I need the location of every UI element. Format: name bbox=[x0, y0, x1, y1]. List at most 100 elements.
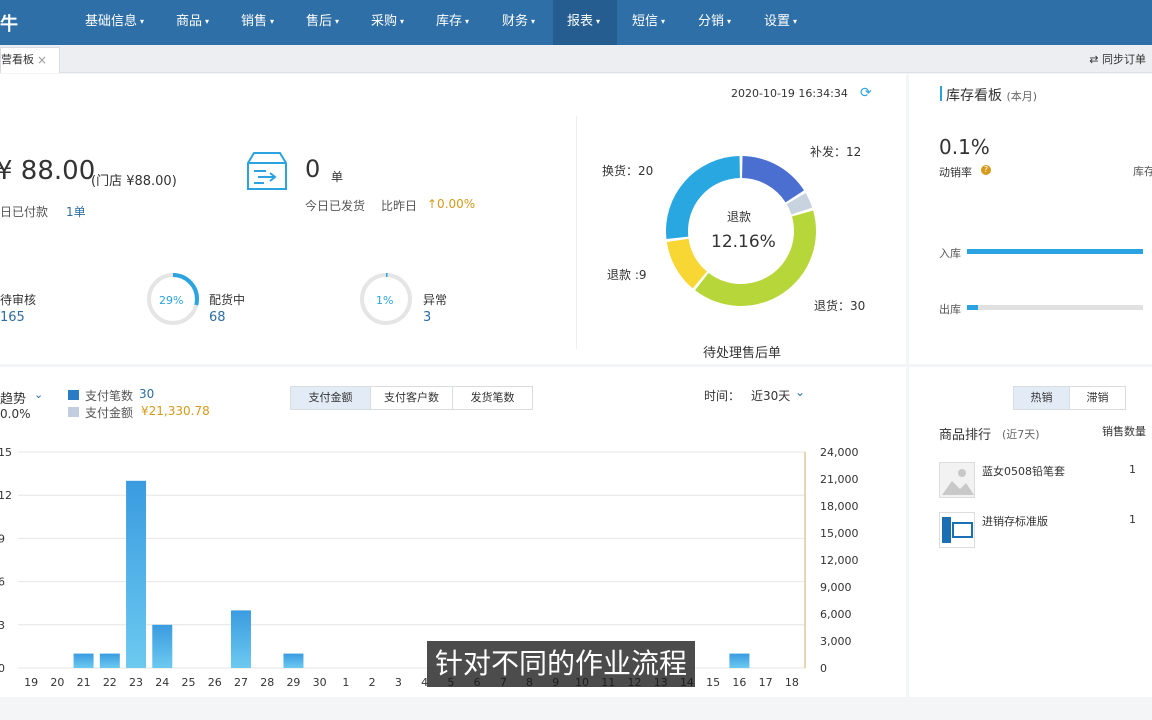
legend-swatch-count bbox=[68, 390, 79, 400]
legend-swatch-amount bbox=[68, 407, 79, 417]
x-tick: 22 bbox=[103, 676, 117, 689]
nav-after-sales[interactable]: 售后 ▾ bbox=[306, 0, 339, 45]
nav-label: 商品 bbox=[176, 14, 203, 29]
time-select[interactable]: 近30天 bbox=[751, 387, 790, 404]
bar[interactable] bbox=[99, 653, 120, 668]
paid-amount-sub: (门店 ¥88.00) bbox=[91, 174, 177, 189]
title-accent bbox=[940, 86, 942, 101]
close-icon[interactable]: × bbox=[37, 48, 47, 72]
y-right-tick: 24,000 bbox=[820, 446, 859, 459]
nav-sms[interactable]: 短信 ▾ bbox=[632, 0, 665, 45]
ranking-col-header: 销售数量 bbox=[1102, 425, 1146, 438]
refresh-icon[interactable]: ⟳ bbox=[860, 85, 872, 101]
y-right-tick: 12,000 bbox=[820, 554, 859, 567]
chevron-down-icon: ▾ bbox=[793, 17, 798, 26]
donut-center-label: 退款 bbox=[727, 210, 752, 224]
x-tick: 20 bbox=[50, 676, 64, 689]
nav-distribution[interactable]: 分销 ▾ bbox=[698, 0, 731, 45]
stock-label: 库存 bbox=[1133, 165, 1152, 178]
nav-label: 分销 bbox=[698, 14, 725, 29]
nav-sales[interactable]: 销售 ▾ bbox=[241, 0, 274, 45]
x-tick: 18 bbox=[785, 676, 799, 689]
bar[interactable] bbox=[283, 653, 304, 668]
inventory-title: 库存看板 (本月) bbox=[946, 85, 1037, 105]
chevron-down-icon: ▾ bbox=[661, 17, 666, 26]
pending-review-label: 待审核 bbox=[0, 293, 37, 307]
x-tick: 19 bbox=[24, 676, 38, 689]
chevron-down-icon[interactable]: ⌄ bbox=[795, 385, 805, 399]
pending-review-value[interactable]: 165 bbox=[0, 310, 25, 325]
nav-products[interactable]: 商品 ▾ bbox=[176, 0, 209, 45]
trend-title: 趋势 bbox=[0, 392, 27, 407]
y-left-tick: 9 bbox=[0, 532, 5, 545]
rank-item-name[interactable]: 进销存标准版 bbox=[982, 513, 1048, 529]
sync-label: 同步订单 bbox=[1102, 53, 1146, 66]
exception-value[interactable]: 3 bbox=[423, 310, 431, 325]
rank-item-qty: 1 bbox=[1129, 463, 1136, 476]
stock-out-label: 出库 bbox=[939, 303, 961, 316]
x-tick: 27 bbox=[234, 676, 248, 689]
exception-label: 异常 bbox=[423, 293, 448, 307]
shipped-label: 今日已发货 bbox=[305, 199, 366, 213]
nav-inventory[interactable]: 库存 ▾ bbox=[436, 0, 469, 45]
rank-item-qty: 1 bbox=[1129, 513, 1136, 526]
donut-slice-resend[interactable] bbox=[742, 156, 805, 203]
legend-amount-label: 支付金额 bbox=[85, 406, 134, 420]
nav-basic-info[interactable]: 基础信息 ▾ bbox=[85, 0, 144, 45]
donut-slice-return[interactable] bbox=[695, 210, 816, 306]
stock-out-bar bbox=[967, 305, 1143, 310]
stock-in-bar bbox=[967, 249, 1143, 254]
help-icon[interactable]: ? bbox=[981, 165, 991, 175]
y-right-tick: 3,000 bbox=[820, 635, 852, 648]
tab-pay-customers[interactable]: 支付客户数 bbox=[370, 386, 453, 410]
x-tick: 24 bbox=[155, 676, 169, 689]
tab-bar: 营看板 × ⇄ 同步订单 bbox=[0, 45, 1152, 73]
y-right-tick: 9,000 bbox=[820, 581, 852, 594]
bar[interactable] bbox=[152, 624, 173, 668]
tab-pay-amount[interactable]: 支付金额 bbox=[290, 386, 371, 410]
rank-item-name[interactable]: 蓝女0508铅笔套 bbox=[982, 463, 1065, 479]
nav-label: 基础信息 bbox=[85, 14, 138, 29]
bar[interactable] bbox=[230, 610, 251, 668]
bar[interactable] bbox=[126, 480, 147, 668]
y-right-tick: 15,000 bbox=[820, 527, 859, 540]
nav-finance[interactable]: 财务 ▾ bbox=[502, 0, 535, 45]
chevron-down-icon: ▾ bbox=[270, 17, 275, 26]
sync-orders-button[interactable]: ⇄ 同步订单 bbox=[1089, 51, 1146, 67]
legend-count-label: 支付笔数 bbox=[85, 389, 134, 403]
video-subtitle: 针对不同的作业流程 bbox=[427, 641, 696, 687]
resend-label: 补发：12 bbox=[810, 145, 862, 159]
shipped-count: 0 bbox=[305, 155, 321, 183]
y-right-tick: 18,000 bbox=[820, 500, 859, 513]
paid-today-count[interactable]: 1单 bbox=[66, 203, 86, 220]
nav-label: 报表 bbox=[567, 14, 594, 29]
nav-reports[interactable]: 报表 ▾ bbox=[553, 0, 617, 45]
trend-dropdown-icon[interactable]: ⌄ bbox=[34, 388, 43, 401]
turnover-rate: 0.1% bbox=[939, 135, 990, 159]
tab-hot[interactable]: 热销 bbox=[1013, 386, 1070, 410]
tab-operation-board[interactable]: 营看板 × bbox=[0, 47, 60, 73]
donut-slice-refund[interactable] bbox=[666, 238, 707, 289]
bar[interactable] bbox=[729, 653, 750, 668]
x-tick: 2 bbox=[369, 676, 376, 689]
nav-label: 设置 bbox=[764, 14, 791, 29]
tab-slow[interactable]: 滞销 bbox=[1069, 386, 1126, 410]
y-right-tick: 0 bbox=[820, 662, 827, 675]
tab-ship-count[interactable]: 发货笔数 bbox=[452, 386, 533, 410]
stock-in-label: 入库 bbox=[939, 247, 961, 260]
image-placeholder-icon bbox=[939, 462, 975, 498]
divider bbox=[576, 116, 577, 349]
after-sales-donut bbox=[666, 156, 816, 306]
x-tick: 26 bbox=[208, 676, 222, 689]
y-left-tick: 3 bbox=[0, 619, 5, 632]
after-sales-title: 待处理售后单 bbox=[703, 346, 782, 361]
allocating-value[interactable]: 68 bbox=[209, 310, 226, 325]
bar[interactable] bbox=[73, 653, 94, 668]
donut-slice-exchange[interactable] bbox=[666, 156, 740, 240]
refund-label: 退款 :9 bbox=[607, 268, 647, 282]
stock-in-fill bbox=[967, 249, 1143, 254]
legend-count-value: 30 bbox=[139, 387, 155, 401]
nav-settings[interactable]: 设置 ▾ bbox=[764, 0, 797, 45]
chevron-down-icon: ▾ bbox=[531, 17, 536, 26]
nav-purchase[interactable]: 采购 ▾ bbox=[371, 0, 404, 45]
